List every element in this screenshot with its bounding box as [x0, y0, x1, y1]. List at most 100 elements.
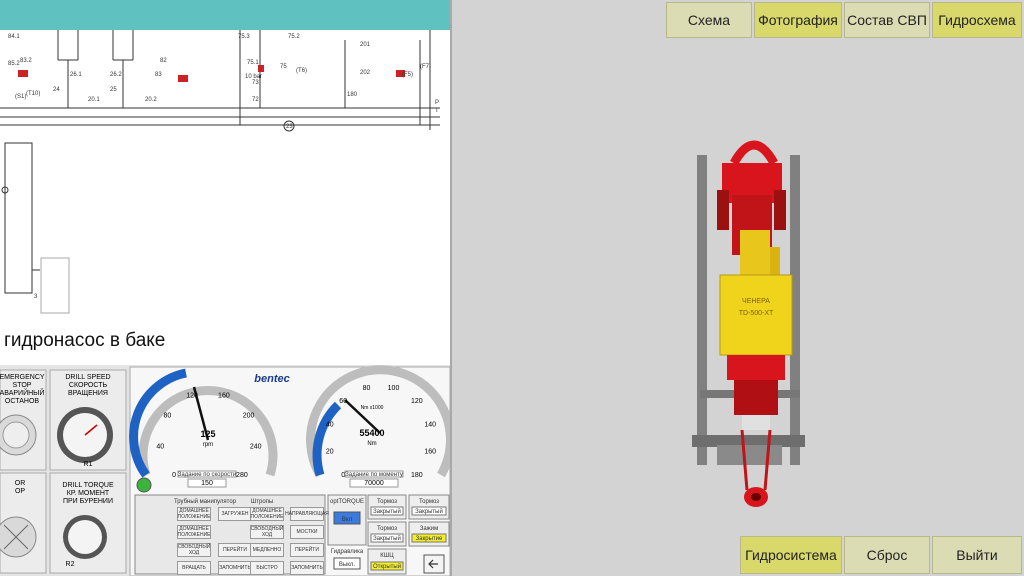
drill-torque-tag: R2 — [66, 561, 75, 568]
svg-text:Вкл: Вкл — [342, 517, 353, 523]
reset-button[interactable]: Сброс — [844, 536, 930, 574]
gauge-tick-label: 80 — [363, 385, 371, 392]
schematic-label: 75 — [280, 64, 287, 70]
schematic-label: 202 — [360, 70, 371, 76]
svg-text:Закрытый: Закрытый — [415, 508, 443, 515]
schematic-label: (F7) — [420, 64, 431, 70]
torque-setpoint-label: Задание по моменту — [345, 472, 403, 478]
svg-text:Закрытый: Закрытый — [373, 535, 401, 542]
schematic-label: 85.2 — [8, 61, 20, 67]
manipulator-command-button[interactable]: ВРАЩАТЬ — [177, 561, 211, 575]
bentec-logo: bentec — [254, 373, 289, 385]
right-panel: Схема Фотография Состав СВП Гидросхема Ч… — [452, 0, 1024, 576]
gauge-tick-label: 100 — [388, 385, 400, 392]
schematic-label: T — [435, 108, 439, 114]
hydrosystem-button[interactable]: Гидросистема — [740, 536, 842, 574]
header-bar — [0, 0, 450, 30]
schematic-label: 84.1 — [8, 34, 20, 40]
torque-setpoint-value: 70000 — [364, 480, 384, 487]
emergency-stop-label: EMERGENCY STOP АВАРИЙНЫЙ ОСТАНОВ — [0, 374, 45, 405]
schematic-label: 75.3 — [238, 34, 250, 40]
svg-text:Выкл.: Выкл. — [339, 562, 356, 568]
links-title: Штропы — [251, 499, 273, 505]
schematic-label: 3 — [34, 294, 38, 300]
gauge-tick-label: 140 — [424, 422, 436, 429]
svg-text:Зажим: Зажим — [420, 526, 438, 532]
driller-control-panel: EMERGENCY STOP АВАРИЙНЫЙ ОСТАНОВ OR OP DRILL… — [0, 365, 450, 576]
schematic-label: 72 — [252, 97, 259, 103]
svg-text:Открытый: Открытый — [373, 563, 401, 570]
hydraulics-title: Гидравлика — [331, 549, 364, 555]
hydraulic-schematic: 84.1 85.2 83.2 26.1 26.2 24 25 20.1 20.2 83 82 75.3… — [0, 30, 440, 314]
schematic-label: P — [435, 100, 439, 106]
schematic-label: 82 — [160, 58, 167, 64]
schematic-label: 25 — [110, 87, 117, 93]
torque-value: 55400 — [359, 428, 384, 438]
manipulator-command-button[interactable]: ЗАПОМНИТЬ — [218, 561, 252, 575]
manipulator-command-button[interactable]: ПЕРЕЙТИ — [218, 543, 252, 557]
schematic-caption: гидронасос в баке — [4, 330, 166, 351]
gauge-tick-label: 280 — [236, 472, 248, 479]
manipulator-command-button[interactable]: МОСТКИ — [290, 525, 324, 539]
drill-speed-label: DRILL SPEED СКОРОСТЬ ВРАЩЕНИЯ — [65, 374, 110, 397]
gauge-tick-label: 120 — [186, 393, 198, 400]
schematic-label: (T10) — [26, 91, 40, 97]
nameplate-line2: TD-500-XT — [739, 310, 774, 317]
tab-hydroscheme[interactable]: Гидросхема — [932, 2, 1022, 38]
manipulator-command-button[interactable]: ДОМАШНЕЕ ПОЛОЖЕНИЕ — [250, 507, 284, 521]
manipulator-command-button[interactable]: НАПРАВЛЯЮЩАЯ — [285, 507, 329, 521]
gauge-tick-label: 40 — [326, 422, 334, 429]
svg-text:КШЦ: КШЦ — [380, 553, 394, 559]
schematic-label: 83 — [155, 72, 162, 78]
schematic-label: 75.1 — [247, 60, 259, 66]
svg-text:OROP: OR OP — [15, 480, 26, 495]
manipulator-command-button[interactable]: ДОМАШНЕЕ ПОЛОЖЕНИЕ — [177, 525, 211, 539]
torque-unit: Nm — [367, 441, 376, 447]
svg-text:Тормоз: Тормоз — [377, 499, 397, 505]
svg-text:Тормоз: Тормоз — [419, 499, 439, 505]
gauge-tick-label: 240 — [250, 443, 262, 450]
torque-scale-note: Nm x1000 — [361, 405, 384, 411]
svg-text:Закрытие: Закрытие — [416, 536, 443, 542]
speed-setpoint-label: Задание по скорости — [178, 472, 237, 478]
manipulator-command-button[interactable]: ЗАПОМНИТЬ — [290, 561, 324, 575]
schematic-label: 20.1 — [88, 97, 100, 103]
gauge-tick-label: 200 — [243, 413, 255, 420]
speed-unit: rpm — [203, 442, 213, 448]
gauge-tick-label: 0 — [172, 472, 176, 479]
manipulator-command-button[interactable]: ПЕРЕЙТИ — [290, 543, 324, 557]
tab-scheme[interactable]: Схема — [666, 2, 752, 38]
schematic-label: 26.2 — [110, 72, 122, 78]
schematic-label: 26.1 — [70, 72, 82, 78]
pipe-manipulator-title: Трубный манипулятор — [174, 498, 237, 505]
schematic-label: (T6) — [296, 68, 307, 74]
gauge-tick-label: 160 — [218, 393, 230, 400]
drill-torque-label: DRILL TORQUE КР. МОМЕНТ ПРИ БУРЕНИИ — [62, 482, 114, 505]
manipulator-command-button[interactable]: БЫСТРО — [250, 561, 284, 575]
gauge-tick-label: 40 — [156, 443, 164, 450]
gauge-tick-label: 20 — [326, 449, 334, 456]
status-lamp — [136, 477, 152, 493]
tab-svp-composition[interactable]: Состав СВП — [844, 2, 930, 38]
schematic-label: (S1) — [15, 94, 26, 100]
svg-text:Закрытый: Закрытый — [373, 508, 401, 515]
speed-setpoint-value: 150 — [201, 480, 213, 487]
manipulator-command-button[interactable]: СВОБОДНЫЙ ХОД — [177, 543, 211, 557]
schematic-label: 73 — [252, 80, 259, 86]
speed-value: 125 — [200, 429, 215, 439]
schematic-label: 24 — [53, 87, 60, 93]
schematic-label: 201 — [360, 42, 371, 48]
manipulator-command-button[interactable]: СВОБОДНЫЙ ХОД — [250, 525, 284, 539]
schematic-label: 20.2 — [145, 97, 157, 103]
svg-text:Тормоз: Тормоз — [377, 526, 397, 532]
schematic-label: (F5) — [402, 72, 413, 78]
gauge-tick-label: 60 — [339, 398, 347, 405]
manipulator-command-button[interactable]: ДОМАШНЕЕ ПОЛОЖЕНИЕ — [177, 507, 211, 521]
manipulator-command-button[interactable]: МЕДЛЕННО — [250, 543, 284, 557]
manipulator-command-button[interactable]: ЗАГРУЖЕН — [218, 507, 252, 521]
tab-photo[interactable]: Фотография — [754, 2, 842, 38]
gauge-tick-label: 160 — [424, 449, 436, 456]
schematic-label: 180 — [347, 92, 358, 98]
left-panel: 84.1 85.2 83.2 26.1 26.2 24 25 20.1 20.2 83 82 75.3… — [0, 0, 450, 576]
exit-button[interactable]: Выйти — [932, 536, 1022, 574]
